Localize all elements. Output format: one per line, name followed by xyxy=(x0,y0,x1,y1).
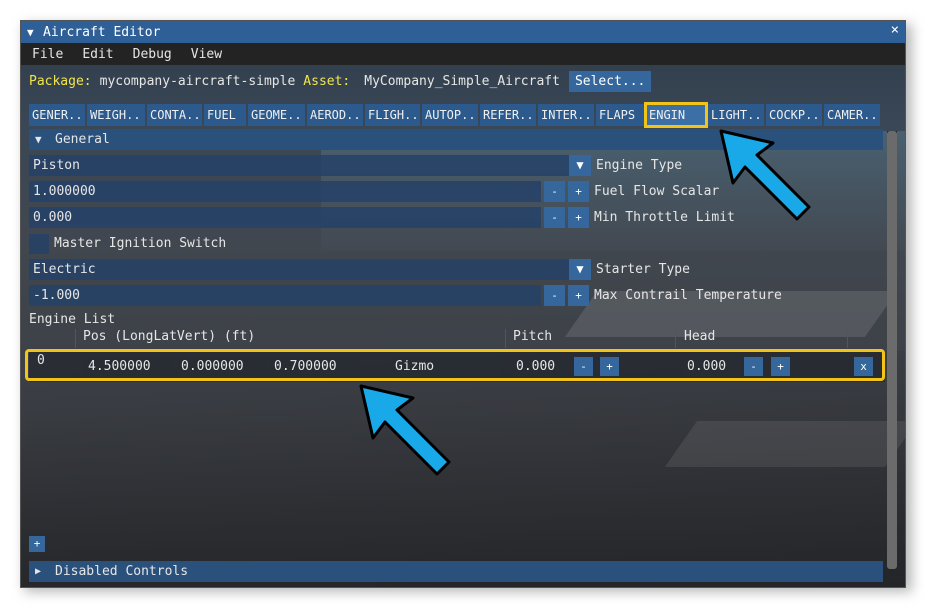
window-title: Aircraft Editor xyxy=(43,24,161,40)
tab-fuel[interactable]: FUEL xyxy=(204,104,246,126)
collapse-window-icon[interactable]: ▼ xyxy=(27,26,41,39)
aircraft-editor-window: ▼ Aircraft Editor × File Edit Debug View… xyxy=(20,20,906,588)
decrement-button[interactable]: - xyxy=(544,181,565,202)
master-ignition-row: Master Ignition Switch xyxy=(29,233,226,254)
engine-type-row: Piston ▼ Engine Type xyxy=(29,155,682,176)
title-bar[interactable]: ▼ Aircraft Editor × xyxy=(21,21,905,43)
column-divider xyxy=(75,329,76,348)
tab-aerodynamics[interactable]: AEROD.. xyxy=(307,104,363,126)
head-increment-button[interactable]: + xyxy=(771,357,790,376)
pos-header: Pos (LongLatVert) (ft) xyxy=(83,329,256,344)
min-throttle-input[interactable]: 0.000 xyxy=(29,207,541,228)
increment-button[interactable]: + xyxy=(568,207,589,228)
tab-flaps[interactable]: FLAPS xyxy=(596,104,644,126)
menu-file[interactable]: File xyxy=(21,47,71,62)
expand-icon: ▼ xyxy=(35,133,42,146)
engine-type-label: Engine Type xyxy=(596,158,683,173)
tab-control[interactable]: CONTA.. xyxy=(147,104,202,126)
tab-geometry[interactable]: GEOME.. xyxy=(248,104,305,126)
menu-bar: File Edit Debug View xyxy=(21,43,905,65)
tab-weight[interactable]: WEIGH.. xyxy=(87,104,145,126)
pointer-arrow-icon xyxy=(359,384,451,476)
pos-long-input[interactable]: 4.500000 xyxy=(84,357,174,376)
menu-debug[interactable]: Debug xyxy=(122,47,180,62)
head-decrement-button[interactable]: - xyxy=(744,357,763,376)
gizmo-button[interactable]: Gizmo xyxy=(391,357,501,376)
tab-autopilot[interactable]: AUTOP.. xyxy=(422,104,478,126)
expand-icon: ▶ xyxy=(35,566,42,577)
tab-general[interactable]: GENER.. xyxy=(29,104,85,126)
decrement-button[interactable]: - xyxy=(544,207,565,228)
pos-lat-input[interactable]: 0.000000 xyxy=(177,357,267,376)
engine-table-header: Pos (LongLatVert) (ft) Pitch Head xyxy=(29,329,885,348)
increment-button[interactable]: + xyxy=(568,285,589,306)
starter-type-row: Electric ▼ Starter Type xyxy=(29,259,690,280)
close-icon[interactable]: × xyxy=(891,22,899,38)
contrail-input[interactable]: -1.000 xyxy=(29,285,541,306)
add-engine-button[interactable]: + xyxy=(29,536,45,552)
section-label: General xyxy=(55,132,110,147)
contrail-row: -1.000 - + Max Contrail Temperature xyxy=(29,285,782,306)
starter-type-label: Starter Type xyxy=(596,262,690,277)
master-ignition-checkbox[interactable] xyxy=(29,233,49,254)
runway-marking xyxy=(664,421,905,467)
package-row: Package: mycompany-aircraft-simple Asset… xyxy=(21,69,905,93)
starter-type-select[interactable]: Electric xyxy=(29,259,569,280)
master-ignition-label: Master Ignition Switch xyxy=(54,236,227,251)
column-divider xyxy=(505,329,506,348)
pitch-increment-button[interactable]: + xyxy=(600,357,619,376)
package-label: Package: xyxy=(29,73,92,89)
asset-value: MyCompany_Simple_Aircraft xyxy=(364,73,560,89)
remove-engine-button[interactable]: x xyxy=(854,357,873,376)
increment-button[interactable]: + xyxy=(568,181,589,202)
select-asset-button[interactable]: Select... xyxy=(568,70,652,92)
asset-label: Asset: xyxy=(303,73,351,89)
fuel-flow-label: Fuel Flow Scalar xyxy=(594,184,720,199)
tab-reference[interactable]: REFER.. xyxy=(480,104,536,126)
menu-edit[interactable]: Edit xyxy=(71,47,121,62)
disabled-controls-header[interactable]: ▶ Disabled Controls xyxy=(29,561,883,582)
min-throttle-row: 0.000 - + Min Throttle Limit xyxy=(29,207,735,228)
decrement-button[interactable]: - xyxy=(544,285,565,306)
column-divider xyxy=(675,329,676,348)
pointer-arrow-icon xyxy=(719,129,811,221)
column-divider xyxy=(847,329,848,348)
pitch-input[interactable]: 0.000 xyxy=(512,357,568,376)
pitch-header: Pitch xyxy=(513,329,553,344)
engine-list-title: Engine List xyxy=(29,312,116,327)
pos-vert-input[interactable]: 0.700000 xyxy=(270,357,360,376)
head-header: Head xyxy=(684,329,716,344)
scrollbar-thumb[interactable] xyxy=(887,131,897,569)
tab-camera[interactable]: CAMER.. xyxy=(824,104,880,126)
contrail-label: Max Contrail Temperature xyxy=(594,288,782,303)
head-input[interactable]: 0.000 xyxy=(683,357,739,376)
background-tarmac xyxy=(21,351,905,587)
menu-view[interactable]: View xyxy=(180,47,230,62)
chevron-down-icon[interactable]: ▼ xyxy=(569,155,591,176)
pitch-decrement-button[interactable]: - xyxy=(574,357,593,376)
fuel-flow-row: 1.000000 - + Fuel Flow Scalar xyxy=(29,181,719,202)
section-label: Disabled Controls xyxy=(55,564,189,579)
tab-flight[interactable]: FLIGH.. xyxy=(365,104,420,126)
package-value: mycompany-aircraft-simple xyxy=(99,73,296,89)
chevron-down-icon[interactable]: ▼ xyxy=(569,259,591,280)
tab-interactive[interactable]: INTER.. xyxy=(538,104,594,126)
engine-index: 0 xyxy=(37,353,45,368)
fuel-flow-input[interactable]: 1.000000 xyxy=(29,181,541,202)
engine-type-select[interactable]: Piston xyxy=(29,155,569,176)
tab-engines[interactable]: ENGIN xyxy=(644,102,708,128)
